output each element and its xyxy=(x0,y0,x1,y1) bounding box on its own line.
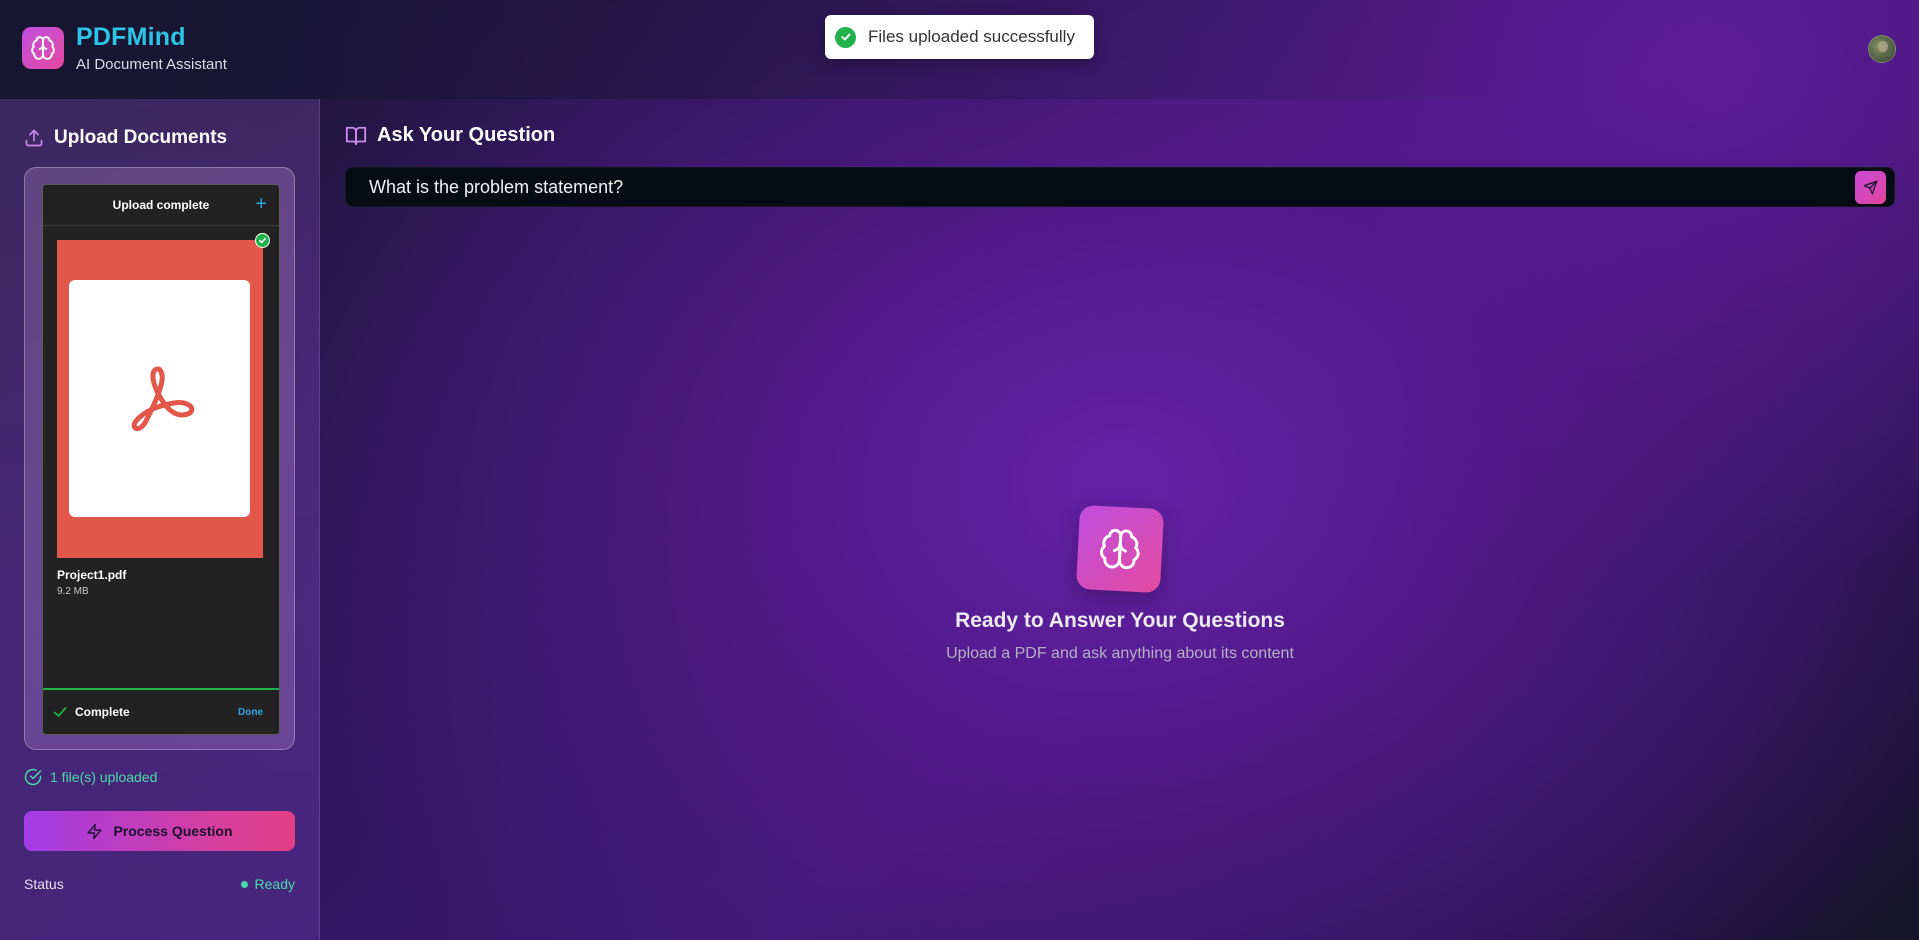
upload-icon xyxy=(25,129,43,147)
question-input[interactable] xyxy=(346,168,1846,206)
toast-message: Files uploaded successfully xyxy=(868,27,1075,46)
process-question-label: Process Question xyxy=(113,823,233,839)
check-circle-icon xyxy=(835,26,856,48)
empty-state-title: Ready to Answer Your Questions xyxy=(955,609,1285,632)
status-label: Status xyxy=(24,876,64,892)
uploader-header-label: Upload complete xyxy=(112,198,210,212)
brand-subtitle: AI Document Assistant xyxy=(76,56,227,73)
upload-success-icon xyxy=(255,233,270,248)
uploader-footer: Complete Done xyxy=(43,688,279,734)
files-uploaded-status: 1 file(s) uploaded xyxy=(24,768,157,786)
status-row: Status Ready xyxy=(24,876,295,892)
book-open-icon xyxy=(345,126,367,145)
files-uploaded-label: 1 file(s) uploaded xyxy=(50,769,158,785)
send-icon xyxy=(1863,180,1878,195)
done-button[interactable]: Done xyxy=(238,707,263,718)
ask-section-title: Ask Your Question xyxy=(345,124,555,147)
file-preview xyxy=(69,280,250,517)
file-name: Project1.pdf xyxy=(57,568,127,582)
uploader-panel: Upload complete + Project1.pdf 9.2 MB Co… xyxy=(42,184,280,735)
file-size: 9.2 MB xyxy=(57,586,89,597)
plus-icon[interactable]: + xyxy=(255,194,267,214)
ask-section-label: Ask Your Question xyxy=(377,124,556,146)
brain-icon xyxy=(1075,504,1165,594)
file-thumbnail xyxy=(57,240,263,558)
success-toast: Files uploaded successfully xyxy=(825,15,1094,59)
check-icon xyxy=(53,707,67,717)
upload-section-title: Upload Documents xyxy=(24,127,227,149)
brain-icon xyxy=(31,36,55,60)
status-indicator: Ready xyxy=(240,876,295,892)
brand-name: PDFMind xyxy=(76,23,186,51)
empty-state-subtitle: Upload a PDF and ask anything about its … xyxy=(946,645,1294,662)
upload-complete-label: Complete xyxy=(75,705,130,719)
send-button[interactable] xyxy=(1855,171,1886,204)
status-value: Ready xyxy=(254,876,295,892)
upload-sidebar: Upload Documents Upload complete + Proje xyxy=(0,99,320,940)
uploader-header: Upload complete + xyxy=(43,185,279,226)
empty-state: Ready to Answer Your Questions Upload a … xyxy=(820,504,1420,663)
lightning-icon xyxy=(87,823,103,839)
status-dot-icon xyxy=(240,880,248,888)
upload-dropzone[interactable]: Upload complete + Project1.pdf 9.2 MB Co… xyxy=(24,167,295,750)
acrobat-icon xyxy=(131,366,194,431)
process-question-button[interactable]: Process Question xyxy=(24,811,295,851)
user-avatar[interactable] xyxy=(1868,35,1896,63)
upload-section-label: Upload Documents xyxy=(54,127,228,148)
question-bar xyxy=(345,167,1895,207)
brand-logo xyxy=(22,27,64,69)
check-circle-icon xyxy=(24,768,42,786)
